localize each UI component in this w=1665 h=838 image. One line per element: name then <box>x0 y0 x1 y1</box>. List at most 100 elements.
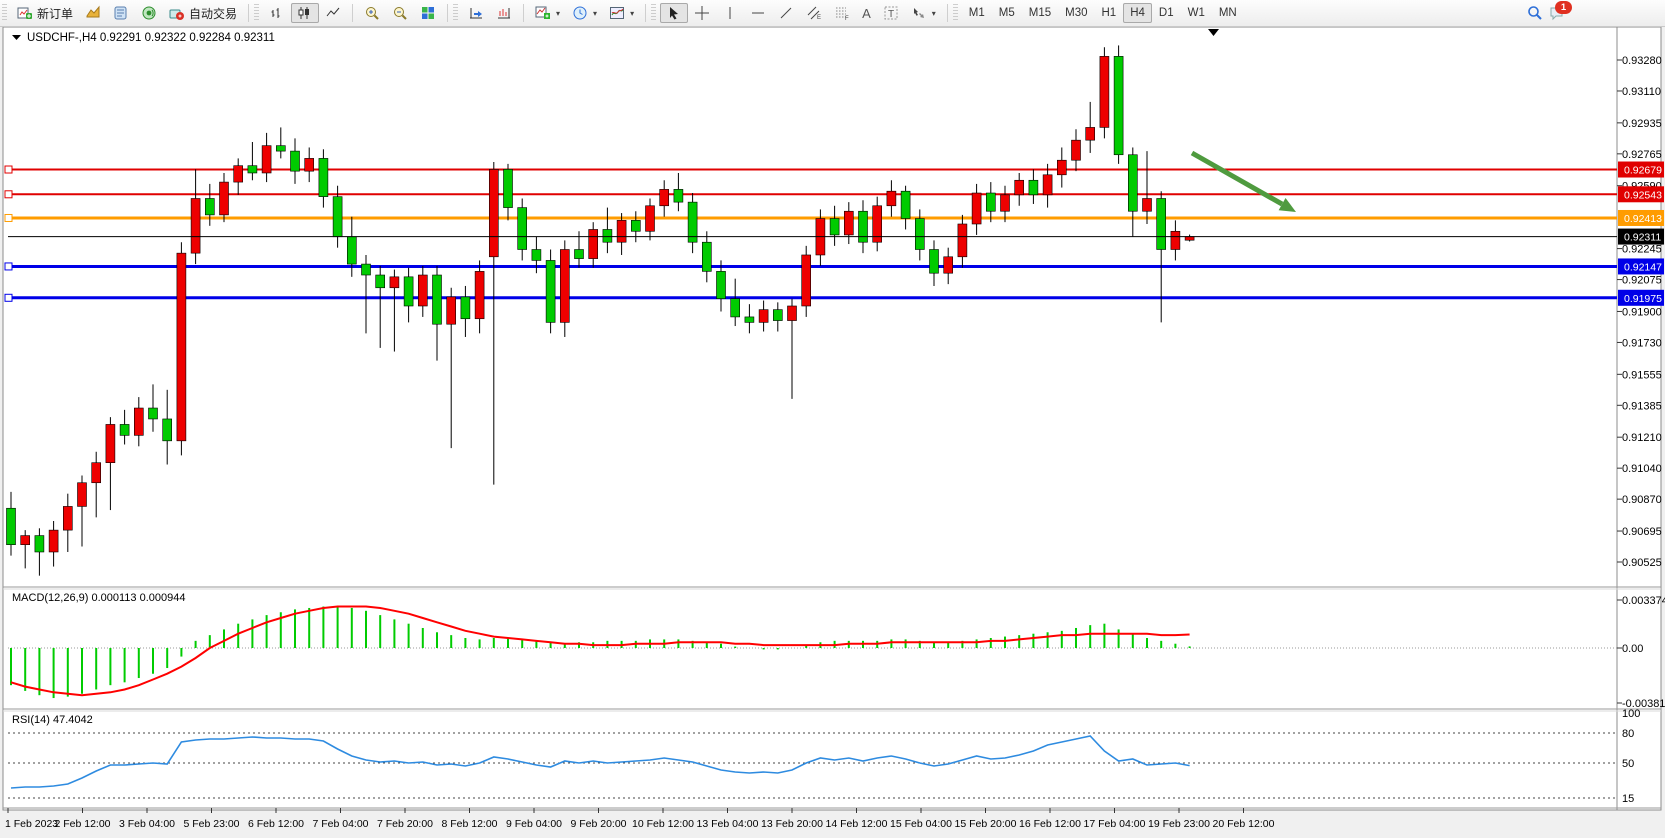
rsi-level-label: 80 <box>1622 728 1634 740</box>
candle <box>191 198 200 253</box>
timeframe-button-H4[interactable]: H4 <box>1123 3 1152 23</box>
chart-list-button[interactable] <box>79 3 107 23</box>
fibonacci-button[interactable]: F <box>828 3 856 23</box>
price-tick-label: 0.91730 <box>1622 337 1662 349</box>
price-level-label: 0.92147 <box>1624 261 1662 273</box>
candle <box>731 299 740 317</box>
price-level-label: 0.92543 <box>1624 189 1662 201</box>
crosshair-button[interactable] <box>688 3 716 23</box>
zoom-in-button[interactable] <box>358 3 386 23</box>
candlestick-chart-button[interactable] <box>291 3 319 23</box>
candle <box>461 297 470 319</box>
dropdown-caret: ▾ <box>630 9 634 18</box>
tile-windows-button[interactable] <box>414 3 442 23</box>
chart-window: 0.932800.931100.929350.927650.925900.922… <box>0 26 1665 838</box>
candle <box>1015 180 1024 195</box>
new-order-button[interactable]: 新订单 <box>11 3 79 23</box>
price-level-handle[interactable] <box>5 191 12 198</box>
timeframe-button-MN[interactable]: MN <box>1212 3 1244 23</box>
auto-trading-button[interactable]: 自动交易 <box>163 3 243 23</box>
price-tick-label: 0.90695 <box>1622 526 1662 538</box>
timeframe-button-H1[interactable]: H1 <box>1094 3 1123 23</box>
horizontal-line-button[interactable] <box>744 3 772 23</box>
price-tick-label: 0.93280 <box>1622 55 1662 67</box>
candle <box>63 506 72 530</box>
notifications-button[interactable]: 1 <box>1549 5 1565 21</box>
candle <box>802 255 811 306</box>
price-level-handle[interactable] <box>5 214 12 221</box>
time-tick-label: 7 Feb 20:00 <box>377 818 433 830</box>
search-icon[interactable] <box>1527 5 1543 21</box>
mt4-terminal-window: { "toolbar": { "new_order_label": "新订单",… <box>0 0 1665 838</box>
equidistant-channel-button[interactable]: E <box>800 3 828 23</box>
timeframe-button-M15[interactable]: M15 <box>1022 3 1058 23</box>
price-tick-label: 0.92765 <box>1622 149 1662 161</box>
time-tick-label: 9 Feb 04:00 <box>506 818 562 830</box>
candle <box>575 250 584 259</box>
auto-trading-icon <box>169 5 185 21</box>
candle <box>759 310 768 323</box>
price-tick-label: 0.91040 <box>1622 463 1662 475</box>
chart-background <box>3 27 1661 810</box>
candle <box>930 250 939 274</box>
scroll-group <box>460 1 520 25</box>
indicators-button[interactable]: ▾ <box>529 3 566 23</box>
timeframe-button-M5[interactable]: M5 <box>992 3 1022 23</box>
chart-shift-button[interactable] <box>490 3 518 23</box>
candle <box>7 508 16 544</box>
cursor-icon <box>666 5 682 21</box>
tile-windows-icon <box>420 5 436 21</box>
text-tool-button[interactable]: A <box>856 3 877 23</box>
time-tick-label: 16 Feb 12:00 <box>1019 818 1081 830</box>
price-level-handle[interactable] <box>5 166 12 173</box>
candle <box>418 275 427 306</box>
rsi-level-label: 15 <box>1622 793 1634 805</box>
candle <box>447 297 456 324</box>
price-level-handle[interactable] <box>5 294 12 301</box>
candle <box>773 310 782 321</box>
zoom-out-button[interactable] <box>386 3 414 23</box>
candle <box>489 169 498 256</box>
signals-button[interactable] <box>135 3 163 23</box>
candle <box>134 408 143 435</box>
bar-chart-button[interactable] <box>263 3 291 23</box>
price-level-handle[interactable] <box>5 263 12 270</box>
time-tick-label: 15 Feb 04:00 <box>890 818 952 830</box>
toolbar-grip[interactable] <box>2 4 7 22</box>
bar-chart-icon <box>269 5 285 21</box>
fibonacci-icon: F <box>834 5 850 21</box>
trendline-button[interactable] <box>772 3 800 23</box>
vertical-line-button[interactable] <box>716 3 744 23</box>
candle <box>788 306 797 321</box>
timeframe-button-M1[interactable]: M1 <box>962 3 992 23</box>
insert-group: ▾ ▾ ▾ <box>527 1 642 25</box>
time-tick-label: 13 Feb 04:00 <box>697 818 759 830</box>
periods-button[interactable]: ▾ <box>566 3 603 23</box>
timeframe-button-M30[interactable]: M30 <box>1058 3 1094 23</box>
candle <box>745 317 754 322</box>
rsi-level-label: 100 <box>1622 708 1640 720</box>
timeframe-button-W1[interactable]: W1 <box>1181 3 1212 23</box>
new-order-icon <box>17 5 33 21</box>
time-tick-label: 13 Feb 20:00 <box>761 818 823 830</box>
profiles-button[interactable] <box>107 3 135 23</box>
timeframe-button-D1[interactable]: D1 <box>1152 3 1181 23</box>
time-tick-label: 8 Feb 12:00 <box>441 818 497 830</box>
rsi-level-label: 50 <box>1622 758 1634 770</box>
cursor-button[interactable] <box>660 3 688 23</box>
auto-trading-label: 自动交易 <box>189 5 237 22</box>
profiles-icon <box>113 5 129 21</box>
candle <box>1086 127 1095 140</box>
usdchf-h4-chart[interactable]: 0.932800.931100.929350.927650.925900.922… <box>0 26 1665 838</box>
dropdown-caret: ▾ <box>593 9 597 18</box>
svg-text:E: E <box>817 15 821 21</box>
arrows-tool-button[interactable]: ▾ <box>905 3 942 23</box>
arrows-tool-icon <box>911 5 927 21</box>
time-tick-label: 15 Feb 20:00 <box>955 818 1017 830</box>
templates-button[interactable]: ▾ <box>603 3 640 23</box>
time-tick-label: 20 Feb 12:00 <box>1213 818 1275 830</box>
label-tool-button[interactable]: T <box>877 3 905 23</box>
candle <box>859 211 868 242</box>
line-chart-button[interactable] <box>319 3 347 23</box>
auto-scroll-button[interactable] <box>462 3 490 23</box>
